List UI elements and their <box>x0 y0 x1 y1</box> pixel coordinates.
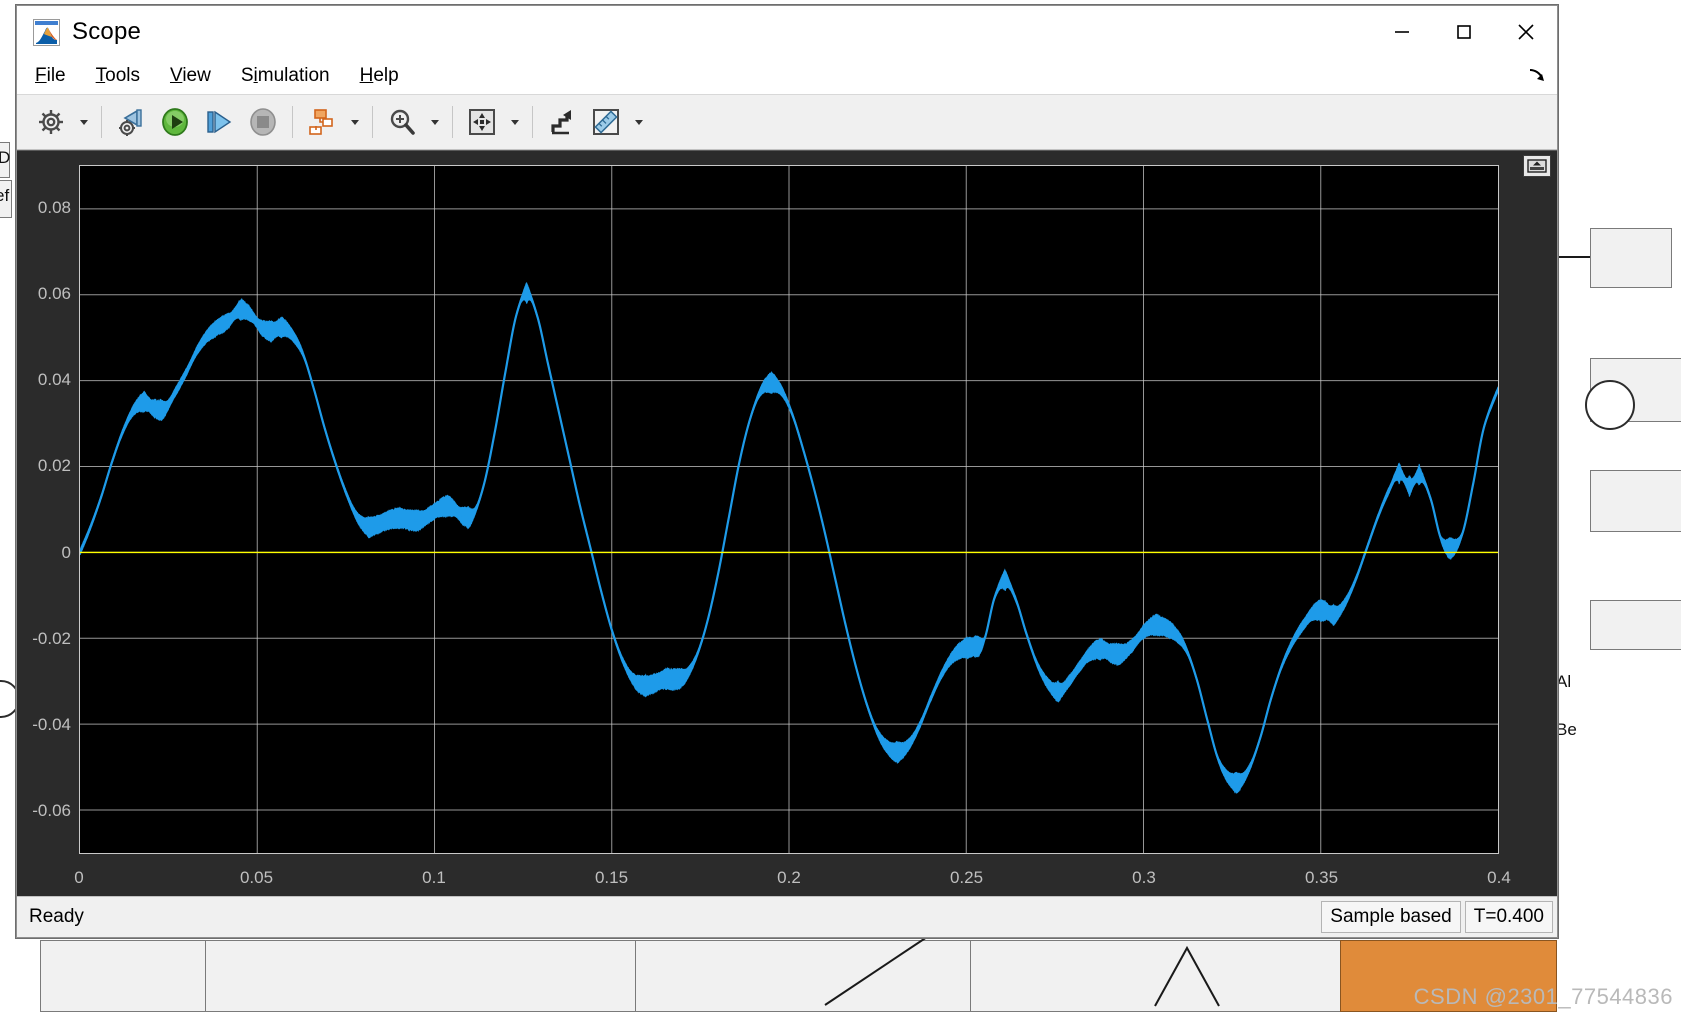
bg-block <box>40 940 207 1012</box>
bg-label: Al <box>1556 672 1572 691</box>
signal-selection-dropdown-arrow[interactable] <box>344 100 365 144</box>
minimize-icon <box>1395 31 1409 33</box>
matlab-scope-icon <box>33 18 60 46</box>
measurements-dropdown-arrow[interactable] <box>628 100 649 144</box>
toolbar-separator <box>452 106 453 138</box>
stop-button[interactable] <box>241 100 285 144</box>
simulation-time-indicator[interactable]: T=0.400 <box>1464 901 1553 933</box>
autoscale-button[interactable] <box>460 100 504 144</box>
x-tick-label: 0 <box>74 868 84 887</box>
bg-label: Be <box>1556 720 1577 739</box>
toolbar-separator <box>372 106 373 138</box>
y-tick-label: -0.06 <box>32 800 71 820</box>
toolbar <box>17 95 1557 150</box>
menu-label-simulation: Simulation <box>240 65 330 86</box>
zoom-button[interactable] <box>380 100 424 144</box>
bg-block <box>1590 470 1681 532</box>
menu-item-tools[interactable]: Tools <box>94 63 142 89</box>
close-icon <box>1518 24 1534 40</box>
zoom-dropdown-arrow[interactable] <box>424 100 445 144</box>
stop-icon <box>250 108 276 136</box>
menu-label-file: File <box>35 65 66 86</box>
zoom-in-icon <box>390 109 415 135</box>
step-forward-button[interactable] <box>197 100 241 144</box>
x-tick-label: 0.4 <box>1487 868 1511 887</box>
bg-label: D <box>0 148 11 167</box>
x-tick-label: 0.15 <box>594 868 629 887</box>
bg-diagonal-line <box>824 934 931 1006</box>
x-tick-label: 0.1 <box>422 868 446 887</box>
bg-label: ef <box>0 186 10 205</box>
menu-item-simulation[interactable]: Simulation <box>239 63 332 89</box>
autoscale-dropdown-arrow[interactable] <box>504 100 525 144</box>
maximize-button[interactable] <box>1433 6 1495 58</box>
x-tick-label: 0.2 <box>777 868 801 887</box>
gear-icon <box>39 110 63 134</box>
status-bar: Ready Sample based T=0.400 <box>17 896 1557 937</box>
x-tick-label: 0.3 <box>1132 868 1156 887</box>
frame-mode-indicator[interactable]: Sample based <box>1321 901 1461 933</box>
bg-sum-block <box>1585 380 1635 430</box>
title-bar: Scope <box>17 6 1557 58</box>
y-tick-label: -0.04 <box>32 714 71 734</box>
bg-triangle-icon <box>1154 945 1220 1007</box>
status-message: Ready <box>29 906 84 927</box>
minimize-button[interactable] <box>1371 6 1433 58</box>
bg-block <box>205 940 637 1012</box>
x-tick-label: 0.05 <box>239 868 274 887</box>
menu-label-tools: Tools <box>95 65 140 86</box>
bg-block <box>1590 228 1672 288</box>
menu-item-view[interactable]: View <box>168 63 213 89</box>
menu-label-help: Help <box>359 65 399 86</box>
bg-wire <box>1556 256 1590 258</box>
step-forward-icon <box>207 110 232 134</box>
menu-item-help[interactable]: Help <box>358 63 401 89</box>
plot-region: 0.08 0.06 0.04 0.02 0 -0.02 -0.04 -0.06 0 0.05 0.… <box>17 150 1557 896</box>
y-tick-label: 0.02 <box>37 456 71 476</box>
menu-item-file[interactable]: File <box>33 63 68 89</box>
y-tick-label: 0 <box>61 542 71 562</box>
bg-block <box>1590 600 1681 650</box>
y-tick-label: -0.02 <box>32 628 71 648</box>
signal-plot <box>80 166 1498 853</box>
configuration-properties-button[interactable] <box>29 100 73 144</box>
axes-box[interactable] <box>79 165 1499 854</box>
x-axis: 0 0.05 0.1 0.15 0.2 0.25 0.3 0.35 0.4 <box>17 854 1557 896</box>
grid-lines <box>80 166 1498 853</box>
play-icon <box>162 108 188 136</box>
menu-label-view: View <box>169 65 211 86</box>
toolbar-separator <box>532 106 533 138</box>
ruler-icon <box>593 109 619 135</box>
layers-arrow-icon <box>551 110 571 135</box>
rewind-gear-icon <box>119 109 142 136</box>
signal-selection-button[interactable] <box>300 100 344 144</box>
y-tick-label: 0.08 <box>37 198 71 218</box>
menu-bar: File Tools View Simulation Help <box>17 58 1557 95</box>
dock-legend-icon[interactable] <box>1523 155 1551 177</box>
window-controls <box>1371 6 1557 58</box>
measurements-button[interactable] <box>584 100 628 144</box>
run-back-to-start-button[interactable] <box>109 100 153 144</box>
maximize-icon <box>1457 25 1471 39</box>
signal-blocks-icon <box>309 109 333 135</box>
x-tick-label: 0.35 <box>1304 868 1339 887</box>
fit-to-view-icon <box>469 109 495 135</box>
scope-window: Scope File Tools View Simulation Help 0.… <box>16 5 1558 938</box>
configuration-dropdown-arrow[interactable] <box>73 100 94 144</box>
window-title: Scope <box>72 18 142 45</box>
toolbar-separator <box>292 106 293 138</box>
close-button[interactable] <box>1495 6 1557 58</box>
toolbar-separator <box>101 106 102 138</box>
run-button[interactable] <box>153 100 197 144</box>
status-indicators: Sample based T=0.400 <box>1317 897 1557 937</box>
style-button[interactable] <box>540 100 584 144</box>
undock-arrow-icon[interactable] <box>1527 66 1547 86</box>
y-tick-label: 0.06 <box>37 284 71 304</box>
x-tick-label: 0.25 <box>949 868 984 887</box>
y-tick-label: 0.04 <box>37 370 71 390</box>
bg-block-highlighted <box>1340 940 1557 1012</box>
y-axis: 0.08 0.06 0.04 0.02 0 -0.02 -0.04 -0.06 <box>17 151 79 896</box>
